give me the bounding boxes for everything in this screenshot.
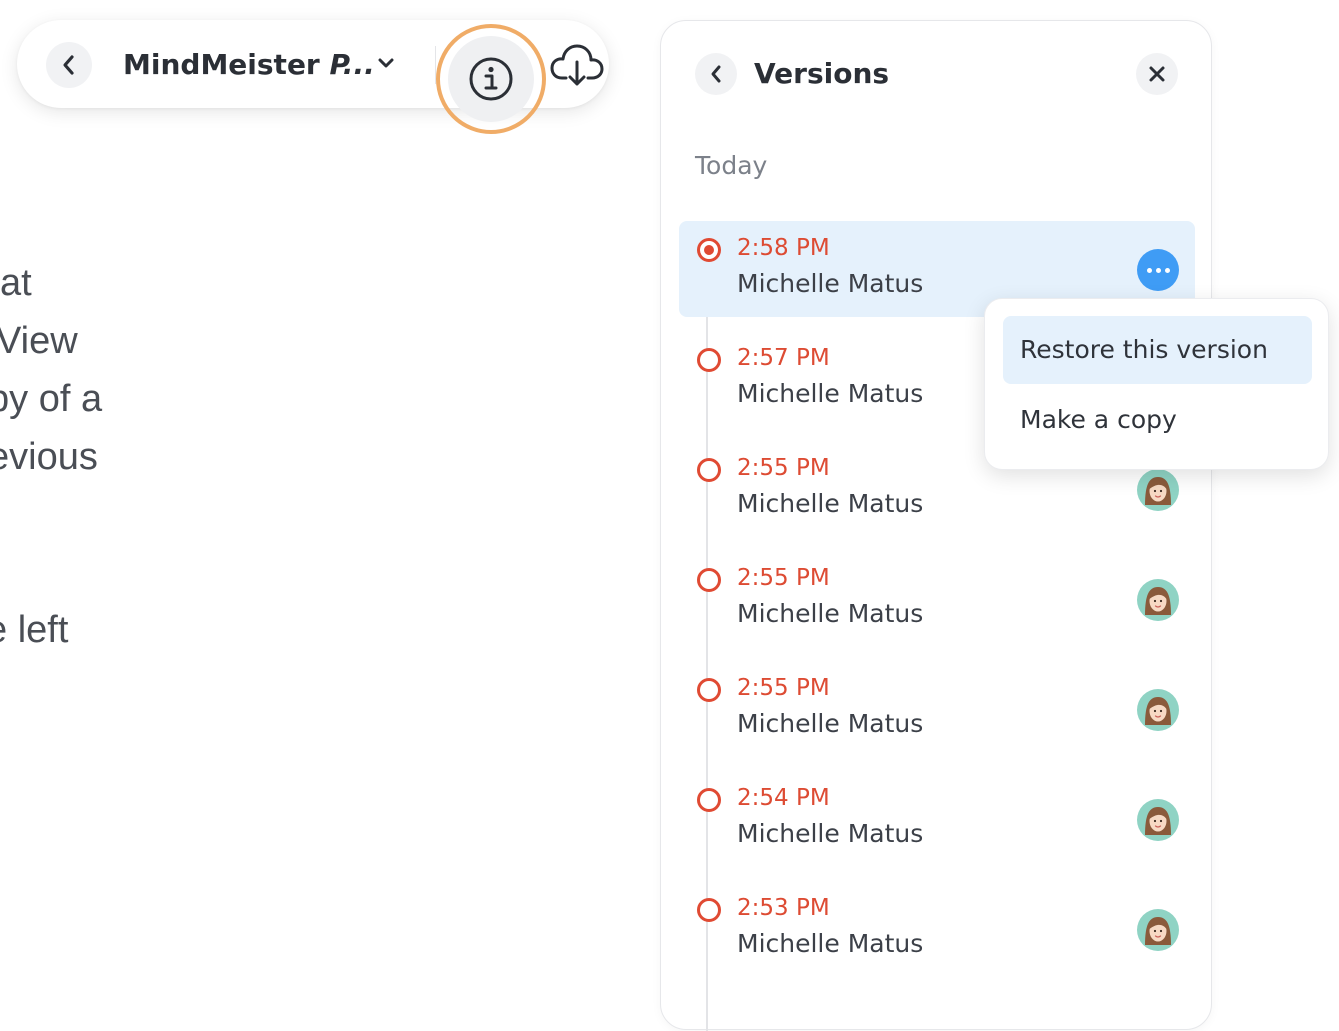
background-text-line: View: [0, 320, 78, 362]
info-icon: [469, 57, 513, 101]
version-author: Michelle Matus: [737, 489, 924, 518]
version-time: 2:55 PM: [737, 675, 830, 701]
more-dot: [1164, 267, 1170, 273]
version-author: Michelle Matus: [737, 929, 924, 958]
avatar: [1137, 579, 1179, 621]
version-author: Michelle Matus: [737, 379, 924, 408]
version-author: Michelle Matus: [737, 819, 924, 848]
timeline-dot: [697, 788, 721, 812]
panel-back-button[interactable]: [695, 53, 737, 95]
close-button[interactable]: [1136, 53, 1178, 95]
cloud-download-button[interactable]: [549, 42, 605, 88]
make-copy-menu-item[interactable]: Make a copy: [1003, 386, 1312, 454]
version-item[interactable]: 2:55 PM Michelle Matus: [679, 661, 1195, 757]
version-time: 2:55 PM: [737, 565, 830, 591]
version-item[interactable]: 2:55 PM Michelle Matus: [679, 551, 1195, 647]
restore-version-menu-item[interactable]: Restore this version: [1003, 316, 1312, 384]
timeline-dot: [697, 898, 721, 922]
version-item[interactable]: 2:53 PM Michelle Matus: [679, 881, 1195, 977]
cloud-download-icon: [550, 44, 604, 86]
version-author: Michelle Matus: [737, 709, 924, 738]
more-dot: [1146, 267, 1152, 273]
timeline-dot: [697, 568, 721, 592]
versions-panel: Versions Today 2:58 PM Michelle Matus 2:…: [660, 20, 1212, 1031]
version-context-menu: Restore this version Make a copy: [984, 298, 1329, 470]
background-text-line: at: [0, 262, 32, 304]
avatar: [1137, 689, 1179, 731]
version-time: 2:55 PM: [737, 455, 830, 481]
avatar: [1137, 909, 1179, 951]
info-button[interactable]: [448, 36, 534, 122]
timeline-dot: [697, 458, 721, 482]
more-options-button[interactable]: [1137, 249, 1179, 291]
background-text: at View py of a evious e left: [0, 0, 140, 700]
version-time: 2:53 PM: [737, 895, 830, 921]
version-author: Michelle Matus: [737, 599, 924, 628]
background-text-line: e left: [0, 609, 69, 651]
map-title-ellipsis: P...: [329, 48, 375, 81]
map-title[interactable]: MindMeister P...: [123, 45, 375, 85]
timeline-dot: [697, 678, 721, 702]
timeline-dot-current: [697, 238, 721, 262]
version-time: 2:58 PM: [737, 235, 830, 261]
background-text-line: evious: [0, 436, 98, 478]
background-text-line: py of a: [0, 378, 103, 420]
more-dot: [1155, 267, 1161, 273]
panel-title: Versions: [754, 57, 890, 90]
avatar: [1137, 799, 1179, 841]
map-title-text: MindMeister: [123, 48, 330, 81]
chevron-left-icon: [711, 65, 721, 83]
chevron-down-icon[interactable]: [377, 56, 395, 70]
section-label-today: Today: [695, 151, 768, 180]
version-author: Michelle Matus: [737, 269, 924, 298]
timeline-dot: [697, 348, 721, 372]
close-icon: [1149, 66, 1165, 82]
version-time: 2:57 PM: [737, 345, 830, 371]
avatar: [1137, 469, 1179, 511]
version-item[interactable]: 2:54 PM Michelle Matus: [679, 771, 1195, 867]
version-time: 2:54 PM: [737, 785, 830, 811]
